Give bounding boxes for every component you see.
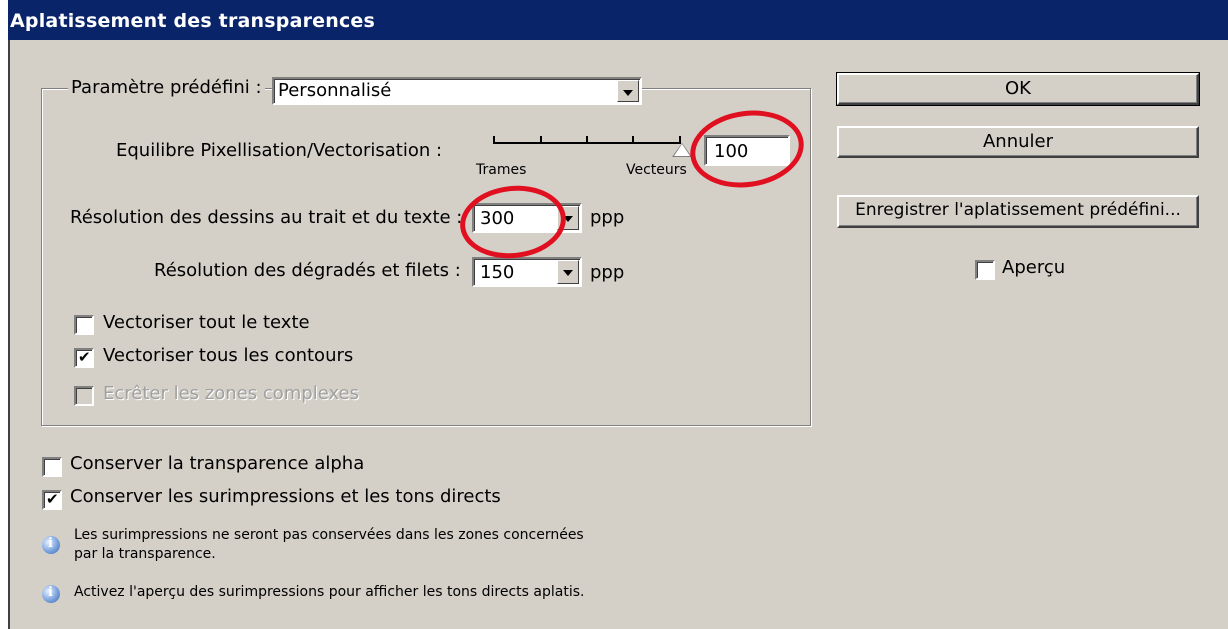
chevron-down-icon[interactable] <box>557 260 579 284</box>
vectorize-text-label: Vectoriser tout le texte <box>103 312 310 333</box>
info-icon <box>42 585 60 603</box>
preview-checkbox[interactable] <box>975 260 995 280</box>
window-left-border <box>8 40 10 629</box>
ok-button[interactable]: OK <box>836 72 1200 106</box>
checkmark-icon: ✔ <box>46 490 59 508</box>
slider-tick <box>586 136 588 142</box>
balance-label: Equilibre Pixellisation/Vectorisation : <box>116 140 443 161</box>
cancel-button-label: Annuler <box>982 131 1053 152</box>
chevron-down-icon[interactable] <box>617 80 639 102</box>
preset-dropdown[interactable]: Personnalisé <box>272 77 642 105</box>
info-message-2: Activez l'aperçu des surimpressions pour… <box>74 584 585 600</box>
slider-tick <box>632 136 634 142</box>
clip-complex-regions-label: Ecrêter les zones complexes <box>103 383 359 404</box>
slider-min-label: Trames <box>476 162 527 178</box>
preset-label: Paramètre prédéfini : <box>68 77 265 98</box>
preserve-overprints-checkbox[interactable]: ✔ <box>42 490 62 510</box>
preserve-alpha-label: Conserver la transparence alpha <box>70 453 365 474</box>
info-icon <box>42 536 60 554</box>
clip-complex-regions-checkbox <box>74 386 94 406</box>
flattener-dialog: Aplatissement des transparences Paramètr… <box>8 0 1228 629</box>
slider-tick <box>493 136 495 142</box>
slider-tick <box>679 136 681 142</box>
preserve-overprints-label: Conserver les surimpressions et les tons… <box>70 486 501 507</box>
balance-slider-thumb[interactable] <box>674 144 690 156</box>
line-art-resolution-label: Résolution des dessins au trait et du te… <box>70 207 463 228</box>
gradient-unit: ppp <box>590 262 625 283</box>
slider-max-label: Vecteurs <box>626 162 687 178</box>
preset-value: Personnalisé <box>278 80 392 101</box>
preserve-alpha-checkbox[interactable] <box>42 457 62 477</box>
slider-tick <box>540 136 542 142</box>
checkmark-icon: ✔ <box>78 348 91 366</box>
balance-slider-track[interactable] <box>493 142 681 144</box>
info-message-1-line1: Les surimpressions ne seront pas conserv… <box>74 527 584 543</box>
gradient-resolution-combo[interactable]: 150 <box>472 257 582 287</box>
cancel-button[interactable]: Annuler <box>837 126 1199 158</box>
save-preset-button[interactable]: Enregistrer l'aplatissement prédéfini... <box>837 195 1199 228</box>
line-art-unit: ppp <box>590 207 625 228</box>
vectorize-strokes-label: Vectoriser tous les contours <box>103 345 354 366</box>
title-bar: Aplatissement des transparences <box>8 0 1228 40</box>
gradient-resolution-value: 150 <box>480 262 515 283</box>
vectorize-strokes-checkbox[interactable]: ✔ <box>74 348 94 368</box>
save-preset-button-label: Enregistrer l'aplatissement prédéfini... <box>855 200 1181 220</box>
vectorize-text-checkbox[interactable] <box>74 315 94 335</box>
ok-button-label: OK <box>1005 78 1031 99</box>
preview-label: Aperçu <box>1002 257 1066 278</box>
dialog-title: Aplatissement des transparences <box>10 10 376 32</box>
gradient-resolution-label: Résolution des dégradés et filets : <box>154 260 461 281</box>
info-message-1-line2: par la transparence. <box>74 546 216 562</box>
